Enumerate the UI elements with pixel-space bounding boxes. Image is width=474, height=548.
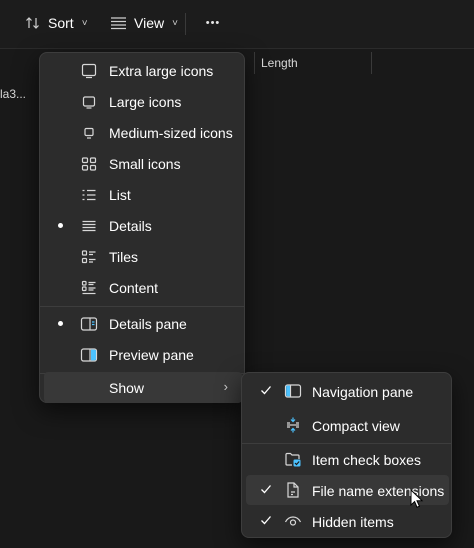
details-icon [80,217,98,235]
preview-pane-icon [80,346,98,364]
menu-item-label: Content [109,280,159,296]
submenu-item-hidden-items[interactable]: Hidden items [246,506,449,536]
selected-indicator [58,223,63,228]
view-button[interactable]: View ˅ [104,8,184,38]
monitor-large-icon [80,62,98,80]
tiles-icon [80,248,98,266]
compact-view-icon [284,416,302,434]
sort-button[interactable]: Sort ˅ [19,8,94,38]
more-icon: ••• [205,17,221,29]
menu-item-label: List [109,187,131,203]
submenu-item-label: File name extensions [312,483,445,499]
menu-item-label: Details pane [109,316,187,332]
menu-item-large-icons[interactable]: Large icons [44,86,242,117]
toolbar-divider [185,13,186,35]
chevron-down-icon: ˅ [172,17,178,29]
menu-item-label: Preview pane [109,347,194,363]
column-divider[interactable] [371,52,372,74]
file-extension-icon [284,481,302,499]
chevron-right-icon: › [223,379,228,394]
menu-item-list[interactable]: List [44,179,242,210]
chevron-down-icon: ˅ [81,17,88,29]
submenu-item-label: Item check boxes [312,452,421,468]
menu-item-label: Medium-sized icons [109,125,233,141]
menu-item-extra-large-icons[interactable]: Extra large icons [44,55,242,86]
file-row-name-fragment[interactable]: la3... [0,87,26,101]
menu-item-details[interactable]: Details [44,210,242,241]
menu-item-label: Tiles [109,249,139,265]
small-icons-grid-icon [80,155,98,173]
mouse-cursor-icon [410,489,424,509]
details-pane-icon [80,315,98,333]
menu-item-medium-icons[interactable]: Medium-sized icons [44,117,242,148]
checkmark-icon [259,383,273,397]
selected-indicator [58,321,63,326]
column-divider[interactable] [254,52,255,74]
view-label: View [134,15,165,31]
eye-icon [284,512,302,530]
submenu-item-compact-view[interactable]: Compact view [246,410,449,440]
monitor-icon [80,93,98,111]
more-options-button[interactable]: ••• [196,8,230,38]
menu-item-preview-pane[interactable]: Preview pane [44,339,242,370]
menu-item-label: Large icons [109,94,182,110]
menu-item-details-pane[interactable]: Details pane [44,308,242,339]
submenu-item-item-check-boxes[interactable]: Item check boxes [246,444,449,474]
menu-item-show[interactable]: Show › [44,372,242,403]
menu-item-tiles[interactable]: Tiles [44,241,242,272]
menu-item-label: Show [109,380,145,396]
monitor-small-icon [80,124,98,142]
checkmark-icon [259,482,273,496]
checkmark-icon [259,513,273,527]
navigation-pane-icon [284,382,302,400]
menu-item-label: Details [109,218,152,234]
menu-item-label: Extra large icons [109,63,214,79]
command-bar: Sort ˅ View ˅ ••• [0,0,474,49]
menu-separator [40,306,244,307]
show-submenu: Navigation pane Compact view Item check … [241,372,452,538]
menu-item-content[interactable]: Content [44,272,242,303]
column-header-length[interactable]: Length [261,56,298,70]
view-menu: Extra large icons Large icons Medium-siz… [39,52,245,403]
content-icon [80,279,98,297]
view-icon [110,16,127,30]
sort-icon [25,15,41,31]
item-check-boxes-icon [284,450,302,468]
sort-label: Sort [48,15,74,31]
submenu-item-label: Compact view [312,418,400,434]
menu-item-small-icons[interactable]: Small icons [44,148,242,179]
menu-item-label: Small icons [109,156,181,172]
submenu-item-label: Hidden items [312,514,394,530]
submenu-item-navigation-pane[interactable]: Navigation pane [246,376,449,406]
list-icon [80,186,98,204]
submenu-item-label: Navigation pane [312,384,414,400]
